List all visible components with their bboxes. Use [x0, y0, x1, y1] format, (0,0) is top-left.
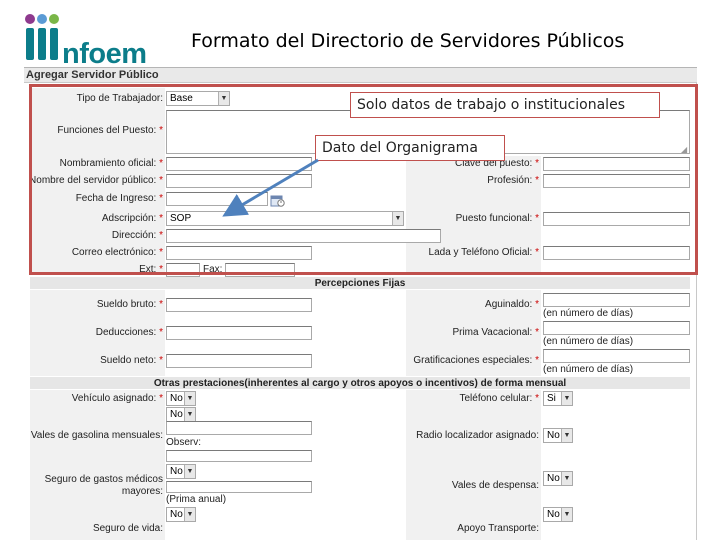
radio-select[interactable]: No ▼ — [543, 428, 573, 443]
chevron-down-icon: ▼ — [561, 508, 572, 521]
deducciones-label: Deducciones: * — [95, 327, 163, 338]
seguro-vida-select[interactable]: No ▼ — [166, 507, 196, 522]
prima-vacacional-label: Prima Vacacional: * — [452, 327, 539, 338]
sueldo-bruto-input[interactable] — [166, 298, 312, 312]
form-header: Agregar Servidor Público — [24, 67, 697, 83]
telefono-celular-label: Teléfono celular: * — [459, 393, 539, 404]
radio-label: Radio localizador asignado: — [416, 430, 539, 441]
label-band-left-3 — [30, 390, 165, 540]
vehiculo-select[interactable]: No ▼ — [166, 391, 196, 406]
seguro-gastos-input[interactable] — [166, 481, 312, 493]
telefono-celular-select[interactable]: Si ▼ — [543, 391, 573, 406]
page-title: Formato del Directorio de Servidores Púb… — [191, 30, 625, 52]
chevron-down-icon: ▼ — [184, 465, 195, 478]
gasolina-observ-input[interactable] — [166, 450, 312, 462]
sueldo-neto-input[interactable] — [166, 354, 312, 368]
gratificaciones-label: Gratificaciones especiales: * — [413, 355, 539, 366]
gratificaciones-hint: (en número de días) — [543, 364, 634, 375]
percepciones-title: Percepciones Fijas — [314, 278, 406, 289]
deducciones-input[interactable] — [166, 326, 312, 340]
vales-despensa-select[interactable]: No ▼ — [543, 471, 573, 486]
chevron-down-icon: ▼ — [184, 508, 195, 521]
seguro-gastos-select[interactable]: No ▼ — [166, 464, 196, 479]
prima-vacacional-hint: (en número de días) — [543, 336, 634, 347]
vales-despensa-label: Vales de despensa: — [451, 480, 539, 491]
chevron-down-icon: ▼ — [184, 392, 195, 405]
apoyo-transporte-label: Apoyo Transporte: — [457, 523, 539, 534]
otras-prestaciones-title: Otras prestaciones(inherentes al cargo y… — [153, 378, 567, 389]
apoyo-transporte-select[interactable]: No ▼ — [543, 507, 573, 522]
chevron-down-icon: ▼ — [561, 472, 572, 485]
chevron-down-icon: ▼ — [561, 392, 572, 405]
chevron-down-icon: ▼ — [184, 408, 195, 421]
aguinaldo-hint: (en número de días) — [543, 308, 634, 319]
chevron-down-icon: ▼ — [561, 429, 572, 442]
label-band-right-3 — [406, 390, 541, 540]
seguro-gastos-hint: (Prima anual) — [166, 494, 227, 505]
aguinaldo-input[interactable] — [543, 293, 690, 307]
prima-vacacional-input[interactable] — [543, 321, 690, 335]
vehiculo-select-2[interactable]: No ▼ — [166, 407, 196, 422]
seguro-vida-label: Seguro de vida: — [92, 523, 163, 534]
seguro-gastos-label-line2: mayores: — [121, 486, 163, 497]
gasolina-hint: Observ: — [166, 437, 202, 448]
infoem-logo: nfoem — [22, 12, 157, 70]
vehiculo-label: Vehículo asignado: * — [71, 393, 163, 404]
gasolina-input[interactable] — [166, 421, 312, 435]
logo-figure-icon — [25, 14, 59, 60]
gasolina-label: Vales de gasolina mensuales: — [30, 430, 163, 441]
gratificaciones-input[interactable] — [543, 349, 690, 363]
form-title: Agregar Servidor Público — [26, 69, 159, 81]
sueldo-neto-label: Sueldo neto: * — [100, 355, 163, 366]
sueldo-bruto-label: Sueldo bruto: * — [96, 299, 163, 310]
arrow-callout: Dato del Organigrama — [315, 135, 505, 161]
seguro-gastos-label: Seguro de gastos médicos — [44, 474, 163, 485]
box-callout: Solo datos de trabajo o institucionales — [350, 92, 660, 118]
aguinaldo-label: Aguinaldo: * — [485, 299, 539, 310]
